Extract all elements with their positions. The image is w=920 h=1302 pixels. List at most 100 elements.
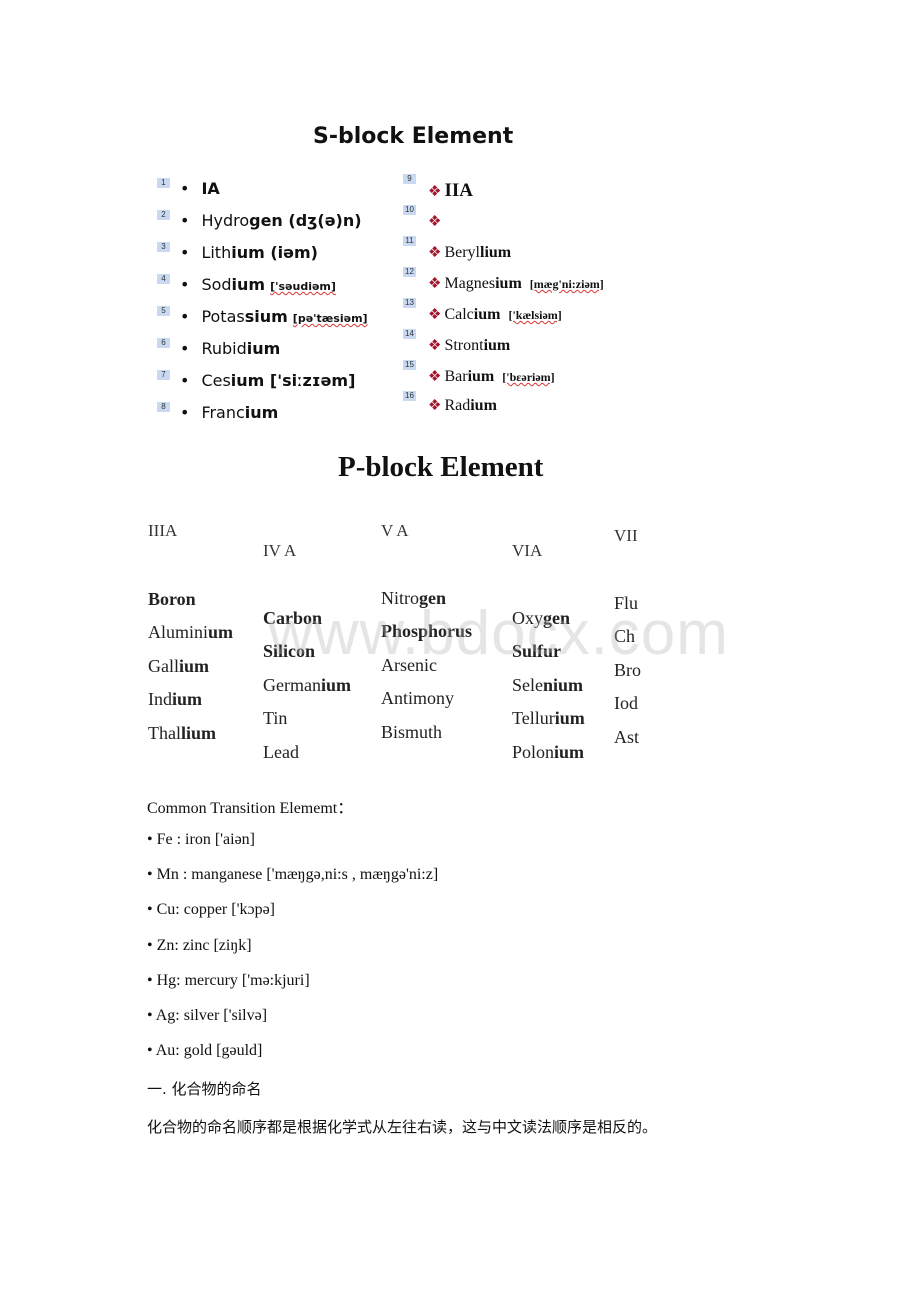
list-item: • Sodium ['səudiəm] (180, 275, 336, 294)
name-bold: um (208, 622, 234, 643)
column-header: IIIA (148, 521, 178, 540)
name-plain: Polon (512, 741, 555, 762)
pronunciation: ['səudiəm] (270, 280, 336, 293)
item-plain: Bar (444, 368, 468, 385)
pronunciation: [pə'tæsiəm] (292, 312, 368, 325)
diamond-bullet-icon: ❖ (428, 398, 442, 414)
item-plain: Lith (201, 243, 232, 262)
pronunciation: ['kælsiəm] (508, 308, 562, 322)
transition-item: • Au: gold [gəuld] (147, 1042, 263, 1060)
transition-heading: Common Transition Elememt： (147, 800, 354, 817)
diamond-bullet-icon: ❖ (428, 338, 442, 354)
name-bold: ium (320, 674, 351, 695)
line-number: 14 (403, 329, 416, 339)
element-name: Aluminium (148, 622, 233, 643)
bullet-icon: • (180, 211, 190, 230)
transition-item: • Hg: mercury ['mə:kjuri] (147, 971, 310, 989)
list-item: • Lithium (iəm) (180, 243, 318, 262)
name-plain: Sele (512, 674, 543, 695)
list-item: ❖ Beryllium (428, 243, 511, 262)
bullet-icon: • (180, 275, 190, 294)
name-bold: lium (181, 722, 217, 743)
list-item: • Francium (180, 403, 278, 422)
item-plain: Stront (444, 337, 484, 354)
name-bold: ium (179, 655, 210, 676)
line-number: 15 (403, 360, 416, 370)
item-bold: ium (495, 275, 522, 292)
line-number: 12 (403, 267, 416, 277)
watermark: www.bdocx.com (268, 599, 729, 668)
list-item: ❖ Radium (428, 396, 497, 415)
diamond-bullet-icon: ❖ (428, 307, 442, 323)
line-number: 7 (157, 370, 170, 380)
transition-item: • Ag: silver ['silvə] (147, 1007, 268, 1024)
item-bold: ium (467, 368, 495, 385)
line-number: 4 (157, 274, 170, 284)
pronunciation: [mæg'ni:ziəm] (529, 277, 604, 291)
name-plain: Thal (148, 722, 181, 743)
diamond-bullet-icon: ❖ (428, 276, 442, 292)
item-plain: Sod (201, 275, 232, 294)
list-item: ❖ (428, 212, 444, 231)
name-plain: Iod (614, 693, 638, 714)
item-plain: Franc (201, 403, 245, 422)
element-name: Iod (614, 693, 644, 714)
item-bold: ium (244, 403, 279, 422)
item-bold: ium (231, 275, 266, 294)
item-plain: Potas (201, 307, 245, 326)
element-name: Antimony (381, 688, 454, 709)
transition-item: • Fe : iron ['aiən] (147, 831, 256, 848)
list-item: ❖ Magnesium [mæg'ni:ziəm] (428, 274, 604, 293)
item-plain: Calc (444, 306, 474, 323)
list-item: • Hydrogen (dʒ(ə)n) (180, 211, 362, 230)
element-name: Ast (614, 727, 644, 748)
section-body: 化合物的命名顺序都是根据化学式从左往右读，这与中文读法顺序是相反的。 (147, 1118, 658, 1136)
element-name: Polonium (512, 742, 584, 763)
name-bold: Boron (148, 589, 196, 609)
line-number: 3 (157, 242, 170, 252)
element-name: Tin (263, 708, 287, 729)
line-number: 11 (403, 236, 416, 246)
line-number: 8 (157, 402, 170, 412)
item-plain: Magnes (444, 275, 496, 292)
line-number: 2 (157, 210, 170, 220)
column-header: VII (614, 526, 638, 545)
item-bold: ium (246, 339, 281, 358)
bullet-icon: • (180, 307, 190, 326)
name-bold: ium (172, 689, 203, 710)
diamond-bullet-icon: ❖ (428, 369, 442, 385)
name-plain: Tellur (512, 708, 555, 729)
name-bold: nium (543, 674, 584, 695)
list-item: • Cesium ['siːzɪəm] (180, 371, 355, 390)
list-item: ❖ Barium ['bεəriəm] (428, 367, 555, 386)
item-bold: sium (244, 307, 288, 326)
column-header: VIA (512, 541, 543, 560)
transition-item: • Cu: copper ['kɔpə] (147, 901, 275, 919)
line-number: 9 (403, 174, 416, 184)
name-plain: Tin (263, 708, 288, 729)
element-name: Selenium (512, 675, 583, 696)
bullet-icon: • (180, 243, 190, 262)
item-bold: ium ['siːzɪəm] (230, 371, 356, 390)
line-number: 1 (157, 178, 170, 188)
line-number: 10 (403, 205, 416, 215)
list-item: • Potassium [pə'tæsiəm] (180, 307, 368, 326)
column-header: V A (381, 521, 409, 540)
diamond-bullet-icon: ❖ (428, 184, 442, 200)
name-bold: ium (554, 708, 585, 729)
diamond-bullet-icon: ❖ (428, 245, 442, 261)
list-item: ❖ Strontium (428, 336, 510, 355)
bullet-icon: • (180, 403, 190, 422)
list-item: • IA (180, 179, 220, 198)
transition-item: • Mn : manganese ['mæŋgə,ni:s , mæŋgə'ni… (147, 866, 439, 884)
name-plain: Antimony (381, 688, 455, 709)
name-plain: Ast (614, 726, 640, 747)
element-name: Boron (148, 589, 196, 610)
item-bold: lium (480, 244, 512, 261)
bullet-icon: • (180, 339, 190, 358)
list-item: ❖ Calcium ['kælsiəm] (428, 305, 562, 324)
name-plain: Gall (148, 655, 179, 676)
p-block-title: P-block Element (338, 451, 544, 483)
line-number: 16 (403, 391, 416, 401)
name-plain: Lead (263, 741, 299, 762)
